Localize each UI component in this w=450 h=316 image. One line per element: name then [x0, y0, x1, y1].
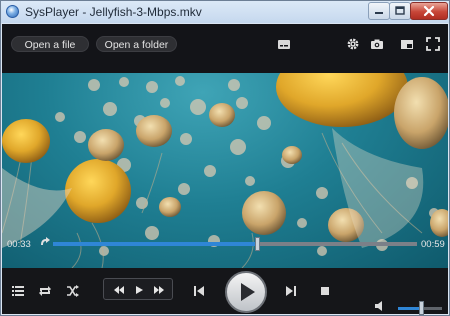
gear-icon[interactable] [346, 37, 360, 51]
maximize-button[interactable] [389, 2, 411, 20]
play-small-icon[interactable] [132, 283, 146, 297]
stop-icon[interactable] [318, 284, 332, 298]
total-duration: 00:59 [421, 239, 445, 250]
seek-handle[interactable] [255, 237, 260, 251]
window-title: SysPlayer - Jellyfish-3-Mbps.mkv [25, 5, 202, 19]
seek-marker-icon[interactable] [39, 236, 51, 248]
shuffle-icon[interactable] [66, 284, 80, 298]
title-bar[interactable]: SysPlayer - Jellyfish-3-Mbps.mkv [1, 1, 449, 23]
close-button[interactable] [410, 2, 448, 20]
seek-button-group [103, 278, 173, 300]
app-window: SysPlayer - Jellyfish-3-Mbps.mkv Open a … [0, 0, 450, 316]
seek-progress [53, 242, 257, 246]
subtitles-icon[interactable] [277, 37, 291, 51]
video-frame[interactable] [2, 73, 448, 268]
control-bar [2, 268, 448, 315]
app-logo-icon [6, 5, 19, 18]
play-icon [241, 283, 255, 301]
player-area: Open a file Open a folder 00:33 00:59 [2, 24, 448, 315]
fast-forward-icon[interactable] [152, 283, 166, 297]
previous-icon[interactable] [192, 284, 206, 298]
minimize-icon [375, 12, 383, 14]
maximize-icon [395, 6, 405, 15]
repeat-icon[interactable] [38, 284, 52, 298]
volume-handle[interactable] [419, 301, 424, 315]
playlist-icon[interactable] [11, 284, 25, 298]
open-file-button[interactable]: Open a file [11, 36, 89, 52]
rewind-icon[interactable] [112, 283, 126, 297]
volume-icon[interactable] [373, 299, 387, 313]
volume-level [398, 307, 421, 310]
open-folder-button[interactable]: Open a folder [96, 36, 177, 52]
elapsed-time: 00:33 [7, 239, 31, 250]
close-icon [423, 5, 435, 17]
camera-icon[interactable] [370, 37, 384, 51]
minimize-button[interactable] [368, 2, 390, 20]
miniplayer-icon[interactable] [400, 37, 414, 51]
video-jellyfish-image [2, 73, 448, 268]
fullscreen-icon[interactable] [426, 37, 440, 51]
play-button[interactable] [225, 271, 267, 313]
next-icon[interactable] [284, 284, 298, 298]
